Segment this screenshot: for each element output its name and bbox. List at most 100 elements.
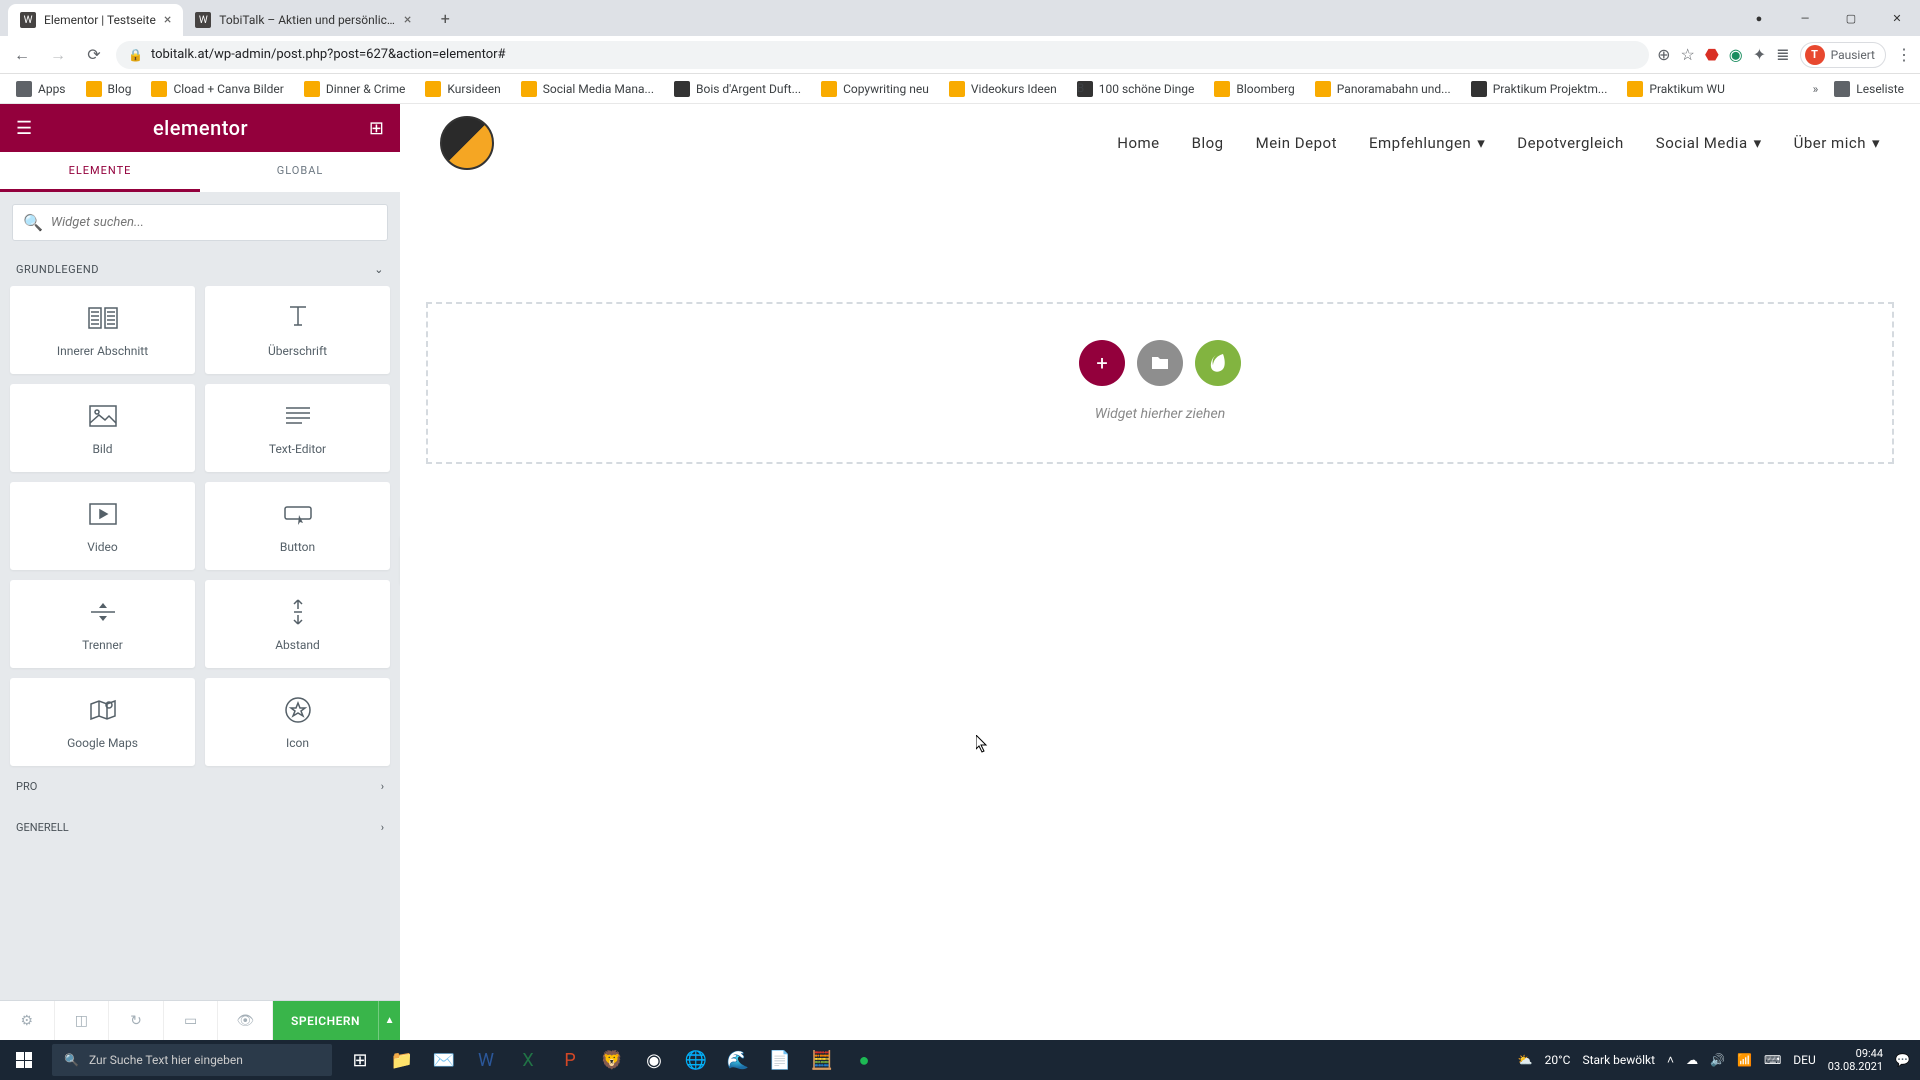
forward-button[interactable]: → [44, 41, 72, 69]
bookmarks-overflow-icon[interactable]: » [1813, 82, 1819, 96]
widget-text-editor[interactable]: Text-Editor [205, 384, 390, 472]
tab-global[interactable]: GLOBAL [200, 152, 400, 192]
widget-inner-section[interactable]: Innerer Abschnitt [10, 286, 195, 374]
close-icon[interactable]: × [164, 12, 171, 28]
nav-compare[interactable]: Depotvergleich [1517, 134, 1624, 152]
bookmark-item[interactable]: Praktikum Projektm... [1463, 77, 1616, 101]
save-options-button[interactable]: ▲ [378, 1001, 400, 1040]
widget-spacer[interactable]: Abstand [205, 580, 390, 668]
taskbar-app-word[interactable]: W [466, 1040, 506, 1080]
tab-elements[interactable]: ELEMENTE [0, 152, 200, 192]
taskbar-app-notepad[interactable]: 📄 [760, 1040, 800, 1080]
taskbar-app-powerpoint[interactable]: P [550, 1040, 590, 1080]
taskbar-search[interactable]: 🔍 Zur Suche Text hier eingeben [52, 1044, 332, 1076]
browser-tab[interactable]: W TobiTalk – Aktien und persönlich... × [183, 4, 423, 36]
bookmark-item[interactable]: Bois d'Argent Duft... [666, 77, 809, 101]
nav-blog[interactable]: Blog [1192, 134, 1224, 152]
category-pro[interactable]: PRO › [0, 766, 400, 807]
menu-icon[interactable]: ⋮ [1896, 45, 1912, 64]
site-logo[interactable] [440, 116, 494, 170]
widget-icon[interactable]: Icon [205, 678, 390, 766]
preview-button[interactable]: 👁 [218, 1001, 273, 1040]
apps-button[interactable]: Apps [8, 77, 74, 101]
nav-social[interactable]: Social Media▾ [1656, 134, 1762, 152]
taskbar-app-explorer[interactable]: 📁 [382, 1040, 422, 1080]
tray-language[interactable]: DEU [1793, 1053, 1815, 1067]
bookmark-item[interactable]: Bloomberg [1206, 77, 1302, 101]
envato-button[interactable] [1195, 340, 1241, 386]
reload-button[interactable]: ⟳ [80, 41, 108, 69]
taskbar-app-obs[interactable]: ◉ [634, 1040, 674, 1080]
nav-about[interactable]: Über mich▾ [1794, 134, 1880, 152]
widget-search[interactable]: 🔍 [12, 204, 388, 241]
navigator-button[interactable]: ◫ [55, 1001, 110, 1040]
profile-chip[interactable]: T Pausiert [1800, 42, 1886, 68]
minimize-button[interactable]: — [1782, 2, 1828, 34]
start-button[interactable] [0, 1040, 48, 1080]
widgets-grid-icon[interactable]: ⊞ [369, 118, 384, 139]
star-icon[interactable]: ☆ [1680, 45, 1694, 64]
readlist-toolbar-icon[interactable]: ≣ [1776, 45, 1789, 64]
weather-icon[interactable]: ⛅ [1518, 1053, 1533, 1067]
widget-button[interactable]: Button [205, 482, 390, 570]
tray-network-icon[interactable]: 📶 [1737, 1053, 1752, 1067]
extension-icon[interactable]: ⬣ [1705, 45, 1719, 64]
bookmark-item[interactable]: Praktikum WU [1619, 77, 1732, 101]
taskbar-app-excel[interactable]: X [508, 1040, 548, 1080]
template-library-button[interactable] [1137, 340, 1183, 386]
history-button[interactable]: ↻ [109, 1001, 164, 1040]
widget-video[interactable]: Video [10, 482, 195, 570]
account-dot-icon[interactable]: ● [1736, 2, 1782, 34]
widget-heading[interactable]: Überschrift [205, 286, 390, 374]
extensions-icon[interactable]: ✦ [1753, 45, 1766, 64]
widget-divider[interactable]: Trenner [10, 580, 195, 668]
taskbar-app-mail[interactable]: ✉️ [424, 1040, 464, 1080]
tray-keyboard-icon[interactable]: ⌨ [1764, 1053, 1781, 1067]
responsive-button[interactable]: ▭ [164, 1001, 219, 1040]
taskbar-app-chrome[interactable]: 🌐 [676, 1040, 716, 1080]
new-tab-button[interactable]: + [431, 4, 459, 32]
settings-button[interactable]: ⚙ [0, 1001, 55, 1040]
bookmark-item[interactable]: Blog [78, 77, 140, 101]
nav-label: Social Media [1656, 134, 1748, 152]
readlist-button[interactable]: Leseliste [1826, 77, 1912, 101]
tray-chevron-icon[interactable]: ˄ [1667, 1053, 1674, 1067]
bookmark-item[interactable]: Cload + Canva Bilder [143, 77, 291, 101]
tray-volume-icon[interactable]: 🔊 [1710, 1053, 1725, 1067]
bookmark-item[interactable]: Panoramabahn und... [1307, 77, 1459, 101]
tray-notifications-icon[interactable]: 💬 [1895, 1053, 1910, 1067]
bookmark-item[interactable]: Kursideen [417, 77, 508, 101]
extension-icon[interactable]: ◉ [1729, 45, 1743, 64]
tray-clock[interactable]: 09:44 03.08.2021 [1828, 1047, 1883, 1073]
task-view-button[interactable]: ⊞ [340, 1040, 380, 1080]
zoom-icon[interactable]: ⊕ [1657, 45, 1670, 64]
nav-recommendations[interactable]: Empfehlungen▾ [1369, 134, 1485, 152]
browser-tab-active[interactable]: W Elementor | Testseite × [8, 4, 183, 36]
bookmark-item[interactable]: Social Media Mana... [513, 77, 662, 101]
section-drop-zone[interactable]: + Widget hierher ziehen [426, 302, 1894, 464]
back-button[interactable]: ← [8, 41, 36, 69]
search-input[interactable] [51, 215, 377, 230]
nav-depot[interactable]: Mein Depot [1256, 134, 1337, 152]
nav-home[interactable]: Home [1117, 134, 1159, 152]
bookmark-item[interactable]: B100 schöne Dinge [1069, 77, 1203, 101]
save-button[interactable]: SPEICHERN [273, 1001, 378, 1040]
bookmark-item[interactable]: Videokurs Ideen [941, 77, 1065, 101]
taskbar-app-edge[interactable]: 🌊 [718, 1040, 758, 1080]
hamburger-icon[interactable]: ☰ [16, 118, 32, 139]
widget-google-maps[interactable]: Google Maps [10, 678, 195, 766]
maximize-button[interactable]: ▢ [1828, 2, 1874, 34]
add-section-button[interactable]: + [1079, 340, 1125, 386]
close-icon[interactable]: × [404, 12, 411, 28]
widget-image[interactable]: Bild [10, 384, 195, 472]
category-general[interactable]: GENERELL › [0, 807, 400, 838]
close-window-button[interactable]: ✕ [1874, 2, 1920, 34]
taskbar-app-spotify[interactable]: ● [844, 1040, 884, 1080]
taskbar-app-brave[interactable]: 🦁 [592, 1040, 632, 1080]
address-bar[interactable]: 🔒 tobitalk.at/wp-admin/post.php?post=627… [116, 41, 1649, 69]
category-basic[interactable]: GRUNDLEGEND ⌄ [0, 253, 400, 286]
taskbar-app-calculator[interactable]: 🧮 [802, 1040, 842, 1080]
bookmark-item[interactable]: Dinner & Crime [296, 77, 414, 101]
bookmark-item[interactable]: Copywriting neu [813, 77, 937, 101]
tray-onedrive-icon[interactable]: ☁ [1686, 1053, 1698, 1067]
